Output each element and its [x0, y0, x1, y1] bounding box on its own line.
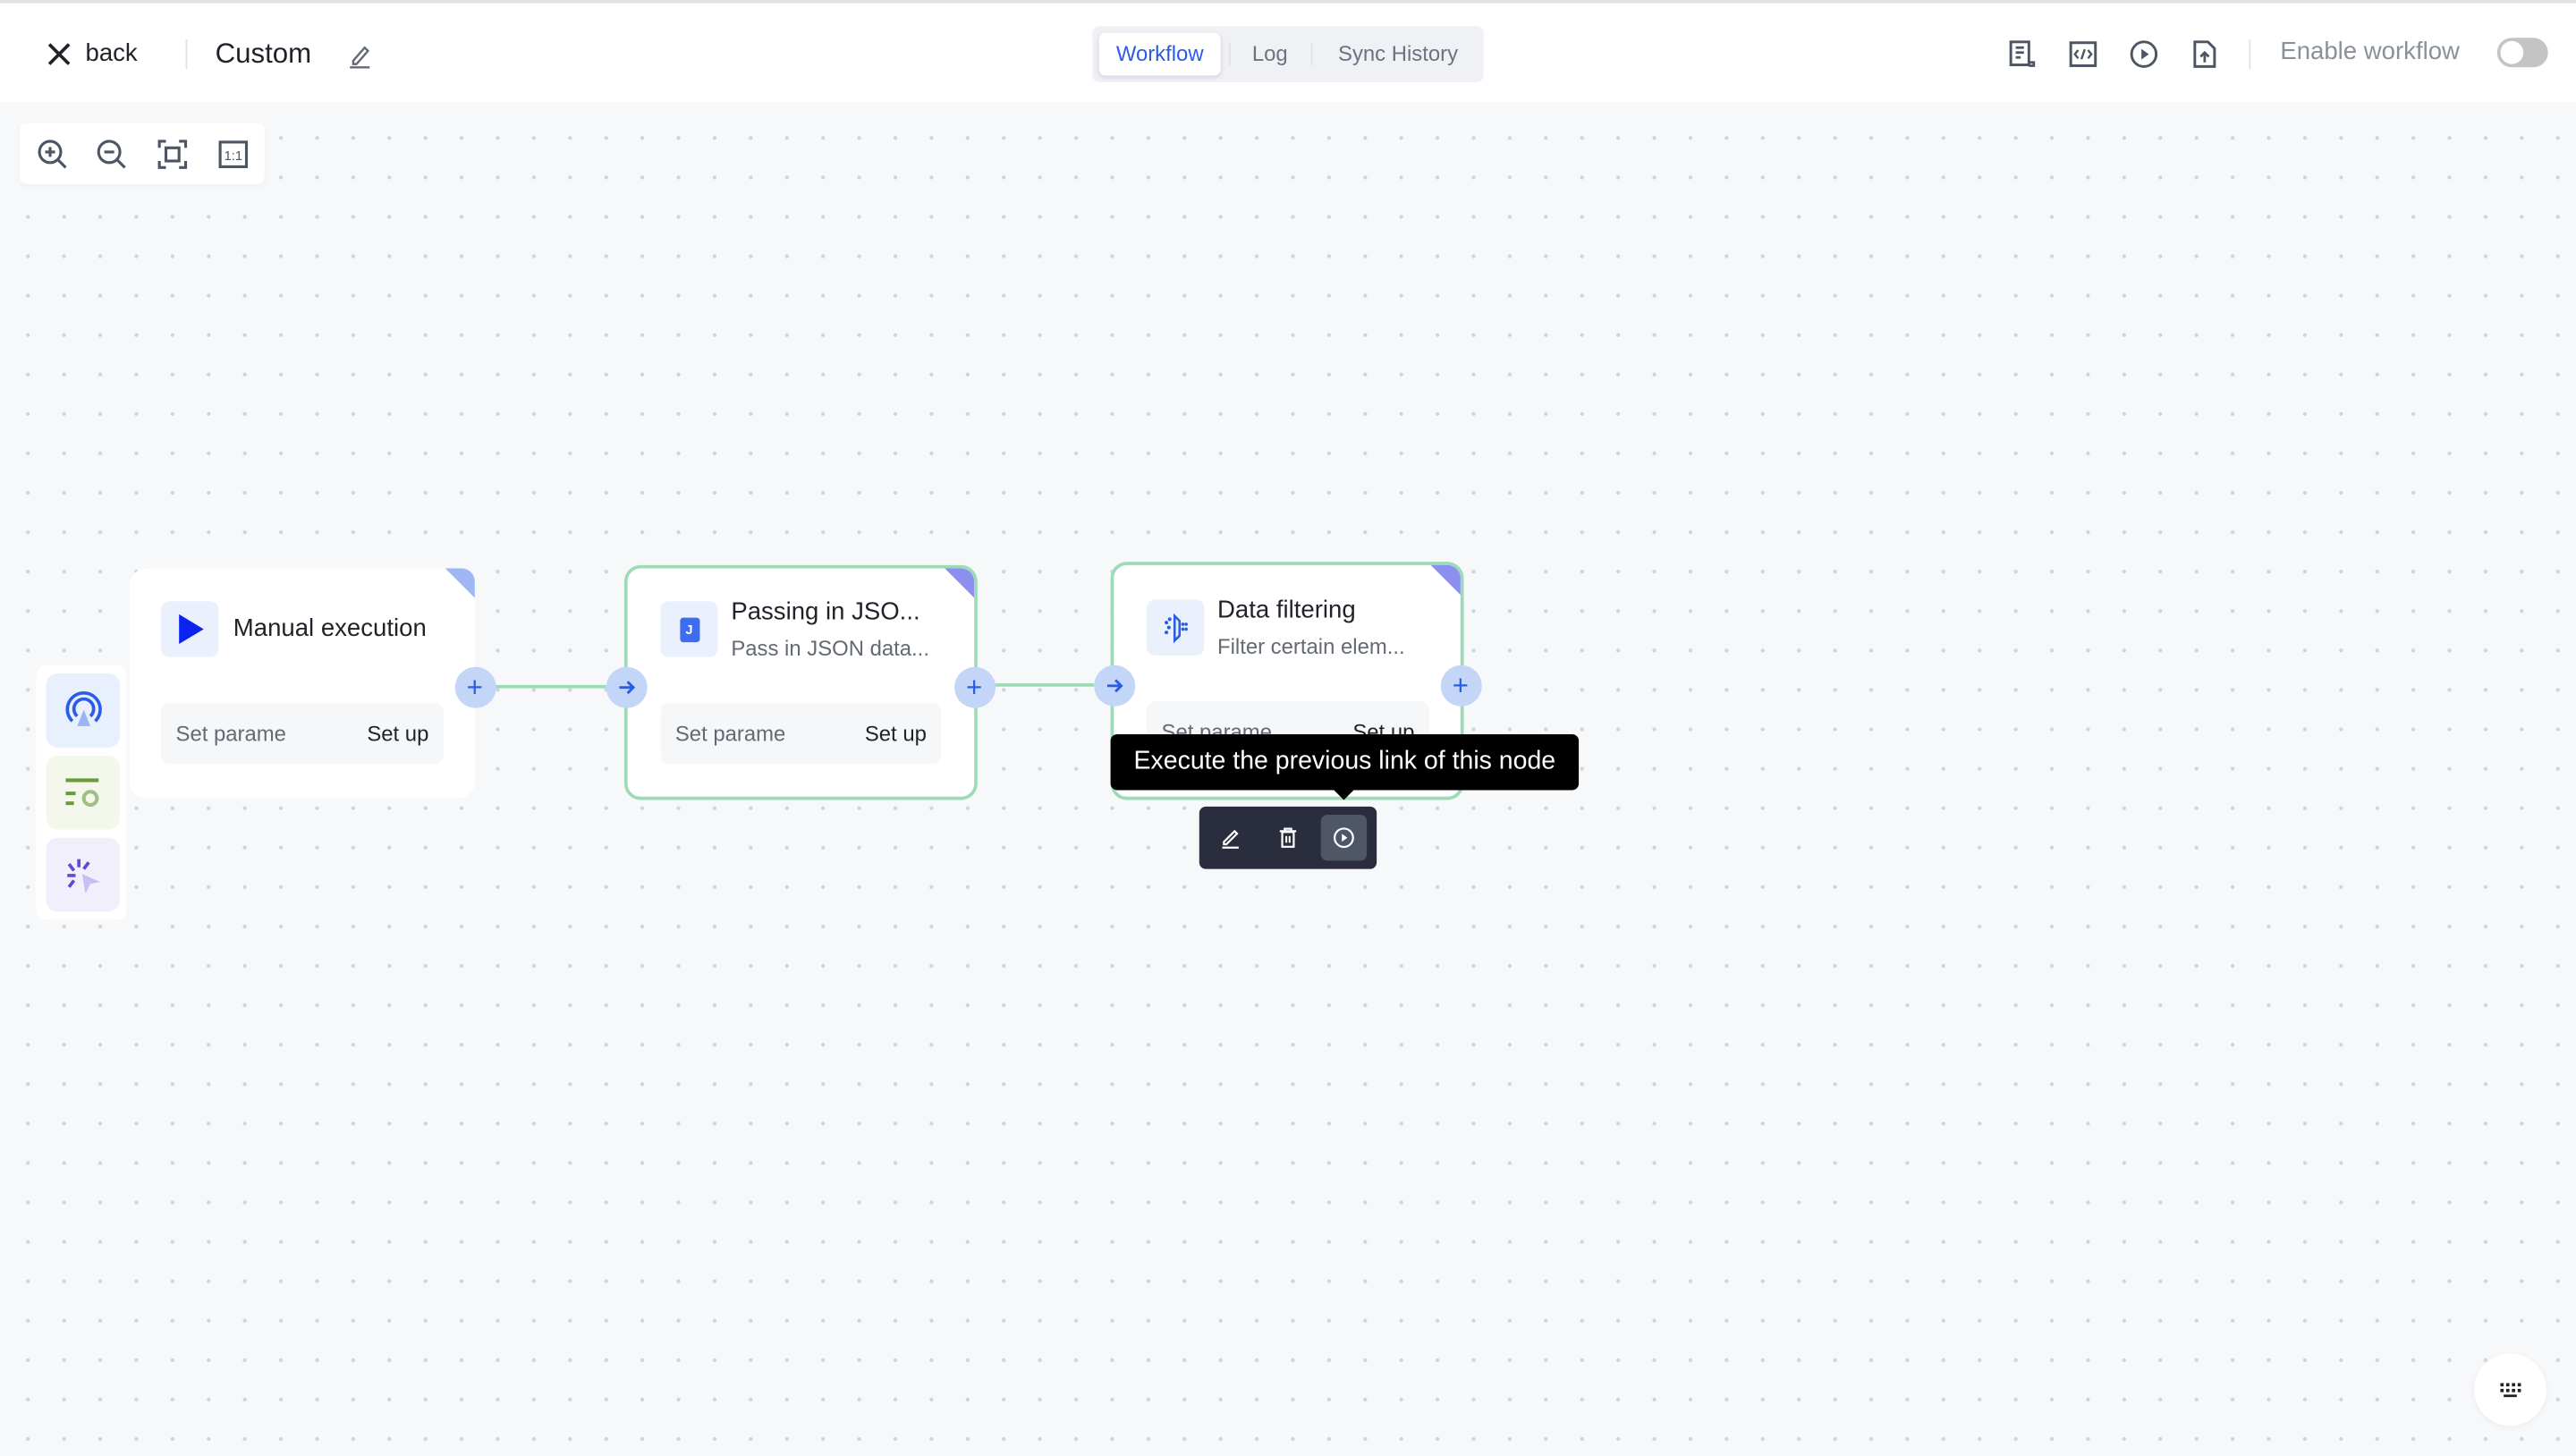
code-icon[interactable]	[2068, 39, 2097, 69]
param-label: Set parame	[674, 721, 786, 746]
svg-text:1:1: 1:1	[225, 149, 242, 164]
tab-workflow[interactable]: Workflow	[1098, 32, 1221, 76]
edge-2-3	[994, 683, 1095, 687]
run-previous-button[interactable]	[1320, 815, 1368, 861]
trigger-icon	[62, 689, 105, 732]
node-passing-json[interactable]: J Passing in JSO... Pass in JSON data...…	[623, 564, 978, 800]
node-title: Data filtering	[1216, 596, 1356, 624]
palette-item-trigger[interactable]	[46, 673, 121, 748]
click-action-icon	[62, 853, 105, 896]
node-corner-marker	[945, 568, 975, 598]
toggle-knob	[2500, 40, 2524, 64]
node-title: Manual execution	[233, 614, 427, 643]
filter-icon	[1147, 599, 1205, 656]
tab-log[interactable]: Log	[1237, 33, 1302, 76]
tooltip: Execute the previous link of this node	[1110, 734, 1580, 800]
document-icon[interactable]	[2007, 39, 2037, 69]
add-node-port[interactable]: +	[1439, 664, 1481, 706]
node-params[interactable]: Set parame Set up	[660, 703, 942, 765]
setup-button[interactable]: Set up	[367, 721, 428, 746]
top-bar: back Custom Workflow Log Sync History En…	[0, 0, 2576, 102]
view-tabs: Workflow Log Sync History	[1092, 26, 1484, 82]
input-port[interactable]	[1093, 664, 1135, 706]
node-palette	[36, 665, 127, 920]
param-label: Set parame	[175, 721, 286, 746]
node-corner-marker	[1430, 564, 1461, 595]
node-title: Passing in JSO...	[731, 597, 920, 626]
zoom-out-icon[interactable]	[96, 138, 129, 171]
edge-1-2	[494, 684, 606, 689]
config-icon	[62, 771, 105, 814]
input-port[interactable]	[605, 665, 647, 707]
back-label: back	[85, 39, 138, 68]
actual-size-icon[interactable]: 1:1	[216, 138, 250, 171]
setup-button[interactable]: Set up	[865, 721, 927, 746]
run-icon	[1333, 826, 1356, 850]
node-manual-execution[interactable]: Manual execution Set parame Set up	[130, 568, 475, 799]
zoom-in-icon[interactable]	[36, 138, 69, 171]
play-circle-icon[interactable]	[2129, 39, 2158, 69]
node-params[interactable]: Set parame Set up	[160, 703, 444, 765]
palette-item-config[interactable]	[46, 755, 121, 830]
tab-sync-history[interactable]: Sync History	[1323, 33, 1474, 76]
delete-node-button[interactable]	[1265, 815, 1310, 860]
delete-icon	[1276, 826, 1300, 850]
minimap-button[interactable]	[2474, 1353, 2546, 1426]
node-subtitle: Filter certain elem...	[1216, 633, 1405, 659]
close-icon	[46, 41, 72, 67]
json-icon: J	[660, 601, 718, 657]
enable-workflow-label: Enable workflow	[2280, 38, 2460, 66]
node-action-bar	[1199, 806, 1377, 869]
fit-view-icon[interactable]	[156, 138, 189, 171]
node-corner-marker	[445, 568, 475, 598]
play-icon	[160, 601, 219, 657]
zoom-toolbar: 1:1	[20, 123, 265, 184]
enable-workflow-toggle[interactable]	[2496, 38, 2548, 68]
edit-node-button[interactable]	[1208, 815, 1253, 860]
node-subtitle: Pass in JSON data...	[731, 635, 929, 661]
upload-file-icon[interactable]	[2191, 39, 2217, 69]
add-node-port[interactable]: +	[453, 665, 496, 707]
edit-icon	[1219, 826, 1242, 850]
workflow-title: Custom	[215, 38, 312, 70]
add-node-port[interactable]: +	[953, 665, 996, 707]
grid-icon	[2499, 1382, 2522, 1398]
edit-title-icon[interactable]	[347, 43, 373, 69]
palette-item-click-action[interactable]	[46, 837, 121, 912]
